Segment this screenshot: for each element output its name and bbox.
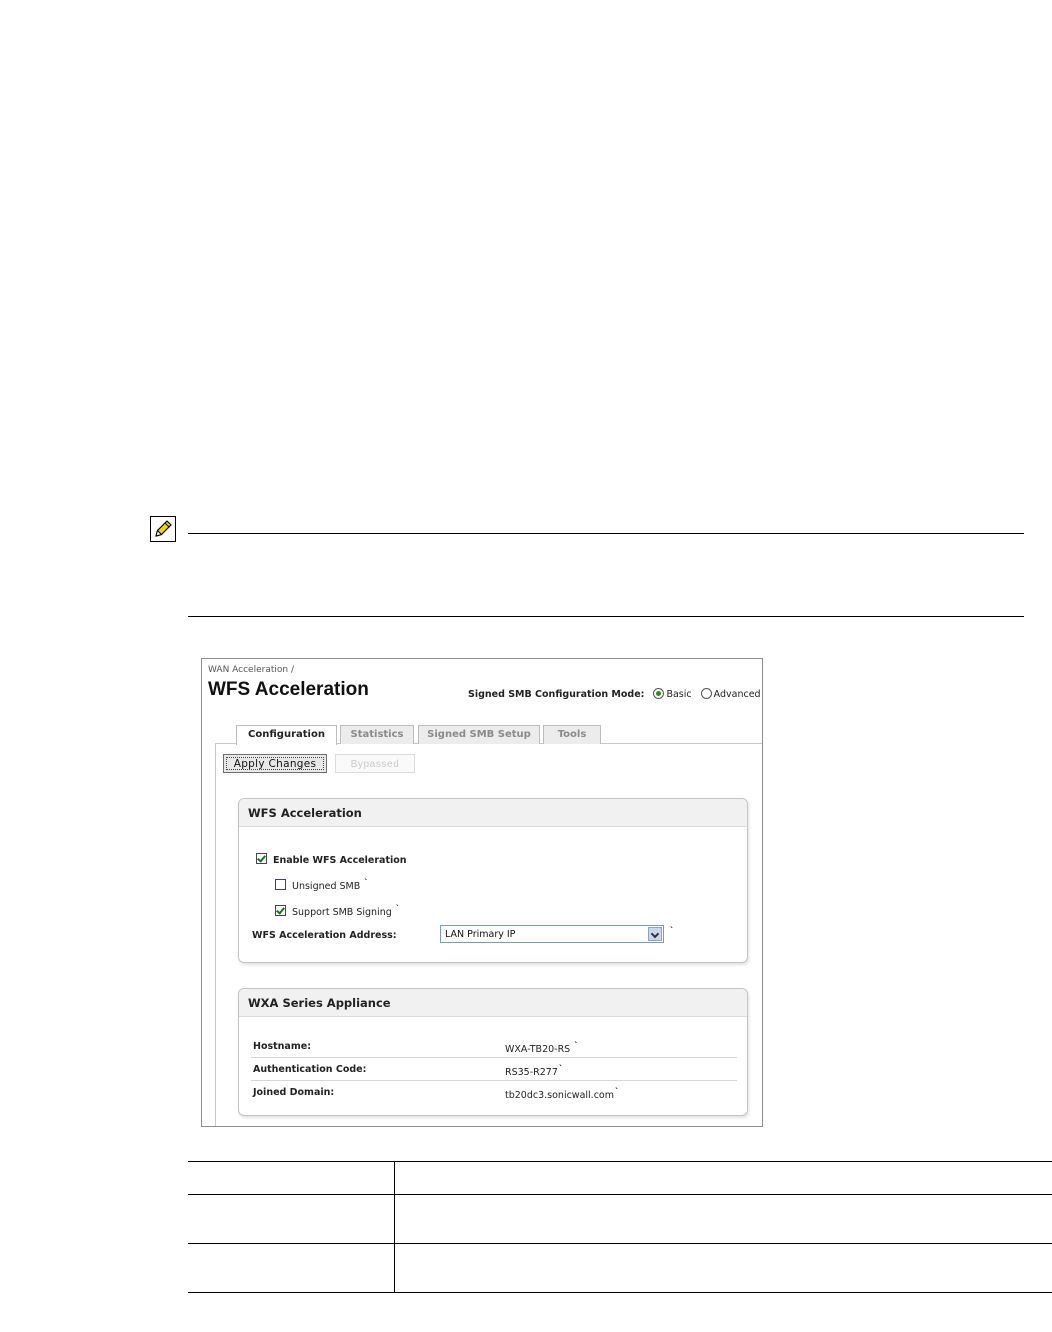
unsigned-smb-checkbox[interactable] (275, 879, 286, 890)
auth-code-label: Authentication Code: (253, 1064, 367, 1075)
auth-code-value: RS35-R277` (505, 1064, 563, 1078)
page-title: WFS Acceleration (208, 679, 369, 700)
basic-radio[interactable] (653, 688, 665, 699)
config-mode-selector: Signed SMB Configuration Mode: Basic Adv… (468, 688, 761, 700)
chevron-down-icon[interactable] (648, 927, 662, 941)
tab-configuration[interactable]: Configuration (236, 725, 337, 745)
support-smb-signing-marker: ` (395, 904, 400, 913)
row-divider (251, 1080, 737, 1081)
enable-wfs-option: Enable WFS Acceleration (256, 853, 407, 866)
joined-domain-label: Joined Domain: (253, 1087, 335, 1098)
wxa-appliance-section: WXA Series Appliance Hostname: WXA-TB20-… (238, 988, 748, 1116)
support-smb-signing-option: Support SMB Signing ` (275, 904, 400, 918)
hostname-label: Hostname: (253, 1041, 311, 1052)
advanced-radio[interactable] (700, 688, 712, 699)
unsigned-smb-label: Unsigned SMB (292, 881, 361, 892)
table-column-divider (394, 1162, 395, 1293)
unsigned-smb-marker: ` (364, 878, 369, 887)
wfs-section-heading: WFS Acceleration (239, 799, 747, 827)
tab-signed-smb-setup[interactable]: Signed SMB Setup (418, 725, 540, 744)
note-bottom-rule (188, 616, 1024, 617)
breadcrumb[interactable]: WAN Acceleration / (208, 665, 294, 675)
apply-changes-button[interactable]: Apply Changes (223, 754, 327, 773)
table-top-rule (188, 1161, 1052, 1162)
enable-wfs-checkbox[interactable] (256, 853, 267, 864)
tab-statistics[interactable]: Statistics (340, 725, 414, 744)
support-smb-signing-label: Support SMB Signing (292, 907, 392, 918)
row-divider (251, 1057, 737, 1058)
note-top-rule (188, 533, 1024, 534)
tab-tools[interactable]: Tools (543, 725, 601, 744)
wfs-acceleration-section: WFS Acceleration Enable WFS Acceleration… (238, 798, 748, 963)
table-row-rule (188, 1243, 1052, 1244)
wfs-address-marker: ` (670, 926, 674, 935)
wxa-section-heading: WXA Series Appliance (239, 989, 747, 1017)
enable-wfs-label: Enable WFS Acceleration (273, 855, 407, 866)
wfs-address-select[interactable]: LAN Primary IP (440, 925, 664, 943)
wfs-acceleration-screenshot: WAN Acceleration / WFS Acceleration Sign… (201, 658, 763, 1127)
bypassed-button: Bypassed (335, 754, 415, 773)
table-row-rule (188, 1194, 1052, 1195)
unsigned-smb-option: Unsigned SMB ` (275, 878, 368, 892)
support-smb-signing-checkbox[interactable] (275, 905, 286, 916)
joined-domain-value: tb20dc3.sonicwall.com` (505, 1087, 619, 1101)
hostname-value: WXA-TB20-RS ` (505, 1041, 579, 1055)
table-bottom-rule (188, 1292, 1052, 1293)
pencil-icon (150, 516, 176, 542)
advanced-radio-label: Advanced (713, 689, 761, 700)
config-mode-label: Signed SMB Configuration Mode: (468, 689, 645, 700)
wfs-address-label: WFS Acceleration Address: (252, 930, 397, 941)
basic-radio-label: Basic (666, 689, 692, 700)
wfs-address-value: LAN Primary IP (445, 929, 516, 940)
